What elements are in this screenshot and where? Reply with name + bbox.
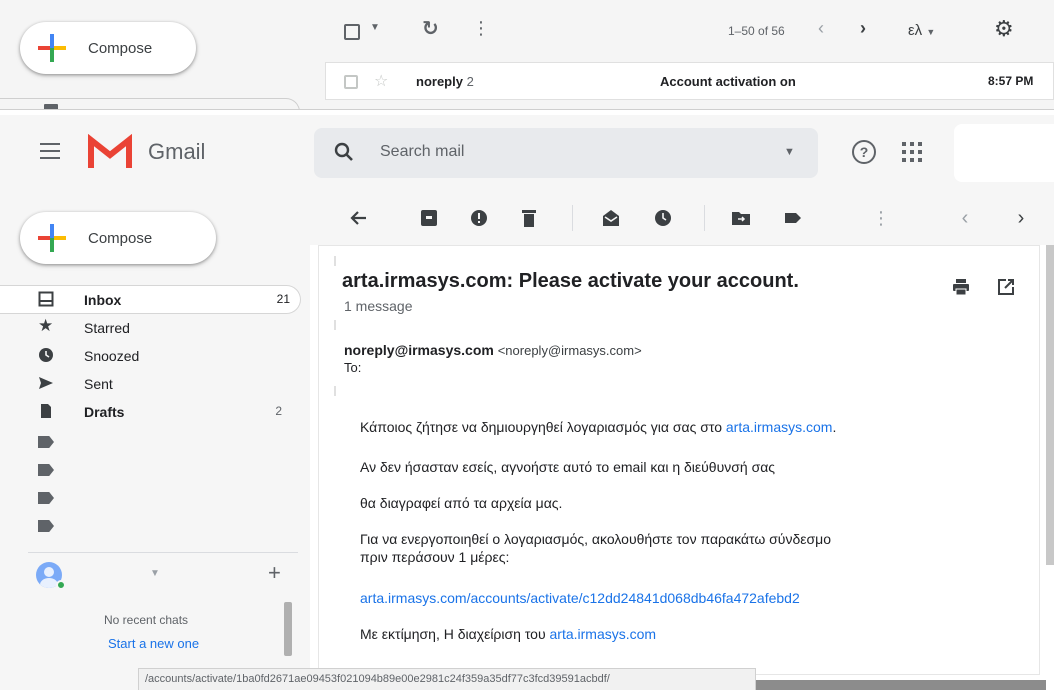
unread-count: 21	[276, 292, 290, 306]
input-tools-button[interactable]: ελ ▼	[908, 22, 935, 39]
sidebar-item-drafts[interactable]: Drafts 2	[0, 398, 300, 425]
message-count: 1 message	[344, 298, 413, 314]
select-all-checkbox[interactable]	[344, 24, 360, 40]
new-chat-plus-icon[interactable]: +	[268, 560, 281, 586]
row-checkbox[interactable]	[344, 75, 358, 89]
start-new-chat-link[interactable]: Start a new one	[108, 636, 199, 651]
draft-count: 2	[275, 404, 282, 418]
sidebar-item-label: Inbox	[84, 292, 122, 308]
sender-name[interactable]: noreply@irmasys.com	[344, 342, 494, 358]
inbox-icon	[44, 104, 58, 109]
main-menu-icon[interactable]	[40, 143, 60, 164]
star-icon: ★	[38, 316, 54, 335]
body-paragraph: Κάποιος ζήτησε να δημιουργηθεί λογαριασμ…	[360, 419, 837, 435]
sidebar-item-snoozed[interactable]: Snoozed	[0, 342, 300, 369]
inbox-toolbar: ▼ ↻ ⋮ 1–50 of 56 ‹ › ελ ▼ ⚙	[330, 16, 1054, 46]
input-language: ελ	[908, 22, 923, 39]
sender-email: <noreply@irmasys.com>	[497, 343, 642, 358]
compose-button[interactable]: Compose	[20, 212, 216, 264]
draft-icon	[41, 404, 51, 418]
chat-status-dropdown-icon[interactable]: ▼	[150, 568, 160, 579]
chat-scrollbar[interactable]	[284, 602, 292, 656]
signature-paragraph: Με εκτίμηση, Η διαχείριση του arta.irmas…	[360, 626, 657, 642]
body-paragraph: Αν δεν ήσασταν εσείς, αγνοήστε αυτό το e…	[360, 459, 776, 475]
status-bar-url: /accounts/activate/1ba0fd2671ae09453f021…	[138, 668, 756, 690]
thread-tick	[334, 386, 336, 396]
site-link[interactable]: arta.irmasys.com	[550, 626, 657, 642]
body-paragraph: θα διαγραφεί από τα αρχεία μας.	[360, 495, 563, 511]
no-recent-chats-text: No recent chats	[104, 613, 189, 627]
sender-line: noreply@irmasys.com <noreply@irmasys.com…	[344, 342, 642, 358]
sidebar-item-sent[interactable]: Sent	[0, 370, 300, 397]
recipient-line[interactable]: To:	[344, 360, 361, 375]
snooze-icon[interactable]	[652, 207, 674, 229]
clock-icon	[39, 348, 53, 362]
archive-icon[interactable]	[418, 207, 440, 229]
chat-divider	[28, 552, 298, 553]
row-time: 8:57 PM	[988, 74, 1034, 88]
move-to-icon[interactable]	[730, 207, 752, 229]
settings-gear-icon[interactable]: ⚙	[994, 16, 1014, 42]
newer-page-icon[interactable]: ‹	[818, 18, 824, 39]
print-icon[interactable]	[952, 278, 970, 296]
star-icon[interactable]: ☆	[374, 71, 388, 91]
toolbar-divider	[572, 205, 573, 231]
compose-button[interactable]: Compose	[20, 22, 196, 74]
delete-icon[interactable]	[518, 207, 540, 229]
sidebar-item-label: Drafts	[84, 404, 125, 420]
report-spam-icon[interactable]	[468, 207, 490, 229]
email-list-row[interactable]: ☆ noreply 2 Account activation on 8:57 P…	[325, 62, 1054, 100]
compose-label: Compose	[88, 39, 153, 57]
sidebar-fragment	[0, 98, 300, 109]
thread-count: 2	[466, 74, 474, 89]
help-icon[interactable]: ?	[852, 140, 876, 164]
message-scrollbar[interactable]	[1046, 245, 1054, 565]
app-name[interactable]: Gmail	[148, 139, 205, 165]
body-paragraph: Για να ενεργοποιηθεί ο λογαριασμός, ακολ…	[360, 531, 831, 565]
apps-grid-icon[interactable]	[902, 142, 922, 162]
row-sender: noreply 2	[416, 74, 474, 89]
compose-plus-icon	[38, 224, 66, 252]
compose-plus-icon	[38, 34, 66, 62]
more-icon[interactable]: ⋮	[870, 207, 892, 229]
site-link[interactable]: arta.irmasys.com	[726, 419, 833, 435]
send-icon	[39, 377, 53, 389]
activation-link[interactable]: arta.irmasys.com/accounts/activate/c12dd…	[360, 589, 980, 607]
sidebar-item-label: Snoozed	[84, 348, 140, 364]
horizontal-scrollbar[interactable]	[756, 680, 1046, 690]
refresh-icon[interactable]: ↻	[422, 16, 439, 41]
older-icon[interactable]: ›	[1010, 207, 1032, 229]
thread-tick	[334, 320, 336, 330]
account-area[interactable]	[954, 124, 1054, 182]
older-page-icon[interactable]: ›	[860, 18, 866, 39]
more-icon[interactable]: ⋮	[472, 18, 490, 39]
search-placeholder: Search mail	[380, 143, 465, 160]
sidebar-item-label: Starred	[84, 320, 130, 336]
gmail-logo-icon[interactable]	[88, 134, 132, 170]
newer-icon[interactable]: ‹	[954, 207, 976, 229]
sidebar-item-inbox[interactable]: Inbox 21	[0, 286, 300, 313]
sidebar-item-starred[interactable]: ★ Starred	[0, 314, 300, 341]
back-arrow-icon[interactable]	[348, 207, 370, 229]
label-icon[interactable]	[782, 207, 804, 229]
toolbar-divider	[704, 205, 705, 231]
row-subject: Account activation on	[660, 74, 796, 89]
pagination-range: 1–50 of 56	[728, 24, 785, 38]
compose-label: Compose	[88, 229, 153, 247]
sidebar-item-label: Sent	[84, 376, 113, 392]
online-status-dot	[56, 580, 66, 590]
mark-unread-icon[interactable]	[600, 207, 622, 229]
search-options-icon[interactable]: ▼	[784, 146, 795, 158]
message-toolbar: ⋮ ‹ ›	[310, 193, 1054, 245]
cropped-inbox-strip: Compose ▼ ↻ ⋮ 1–50 of 56 ‹ › ελ ▼ ⚙ ☆ no…	[0, 0, 1054, 110]
search-icon[interactable]	[332, 140, 356, 164]
thread-tick	[334, 256, 336, 266]
inbox-icon	[38, 291, 54, 307]
open-in-new-window-icon[interactable]	[997, 278, 1015, 296]
search-mail-input[interactable]: Search mail ▼	[314, 128, 818, 178]
select-dropdown-icon[interactable]: ▼	[370, 22, 380, 33]
email-subject: arta.irmasys.com: Please activate your a…	[342, 270, 799, 292]
gmail-header: Gmail Search mail ▼	[0, 115, 1054, 193]
